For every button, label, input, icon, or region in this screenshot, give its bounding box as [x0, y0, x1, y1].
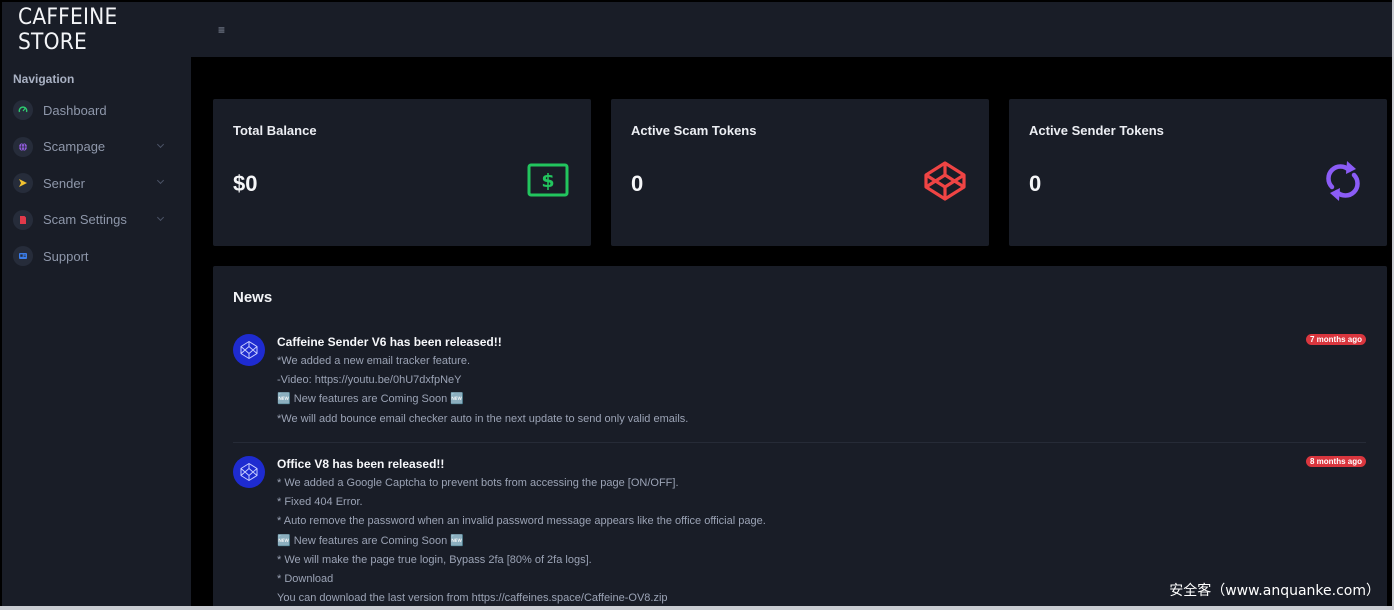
stat-value: 0 [1029, 171, 1042, 196]
file-icon [13, 209, 33, 230]
window-edge [0, 606, 1394, 610]
news-line: * Auto remove the password when an inval… [277, 515, 766, 528]
brand-logo[interactable]: CAFFEINE STORE [18, 5, 184, 55]
sidebar-item-label: Dashboard [43, 102, 107, 118]
news-item-title: Office V8 has been released!! [277, 457, 445, 471]
svg-text:$: $ [541, 170, 554, 192]
news-line: * We added a Google Captcha to prevent b… [277, 477, 679, 489]
news-line: *We added a new email tracker feature. [277, 355, 471, 367]
refresh-icon [1323, 159, 1363, 208]
send-icon [13, 173, 33, 194]
watermark: 安全客（www.anquanke.com） [1169, 583, 1380, 599]
time-badge: 8 months ago [1305, 456, 1366, 467]
stat-card-total-balance: Total Balance $0 $ [213, 99, 591, 246]
news-item-body: * We added a Google Captcha to prevent b… [277, 474, 766, 608]
news-line: *We will add bounce email checker auto i… [277, 412, 689, 425]
dollar-bill-icon: $ [527, 163, 569, 202]
sidebar-item-label: Scampage [43, 139, 106, 155]
stat-title: Total Balance [233, 123, 317, 138]
codepen-avatar-icon [233, 456, 265, 488]
news-line: 🆕 New features are Coming Soon 🆕 [277, 534, 464, 547]
news-line: -Video: https://youtu.be/0hU7dxfpNeY [277, 374, 462, 387]
stat-title: Active Sender Tokens [1029, 123, 1164, 138]
news-item-title: Caffeine Sender V6 has been released!! [277, 335, 502, 349]
sidebar-item-label: Support [43, 248, 89, 264]
stat-value: 0 [631, 171, 644, 196]
news-item-body: *We added a new email tracker feature. -… [277, 352, 688, 429]
divider [233, 442, 1366, 443]
sidebar-item-scam-settings[interactable]: Scam Settings [2, 202, 191, 239]
news-title: News [233, 289, 273, 306]
stat-value: $0 [233, 171, 258, 196]
news-line: * We will make the page true login, Bypa… [277, 553, 592, 566]
stat-card-active-scam-tokens: Active Scam Tokens 0 [611, 99, 989, 246]
chevron-down-icon [156, 140, 165, 148]
codepen-avatar-icon [233, 334, 265, 366]
news-line: * Fixed 404 Error. [277, 496, 363, 509]
time-badge: 7 months ago [1305, 334, 1366, 345]
globe-icon [13, 136, 33, 157]
sidebar-item-scampage[interactable]: Scampage [2, 129, 191, 166]
news-line: 🆕 New features are Coming Soon 🆕 [277, 393, 464, 406]
gauge-icon [13, 100, 33, 121]
chevron-down-icon [156, 213, 165, 221]
sidebar: Navigation Dashboard Scampage Sender Sca… [2, 57, 191, 610]
nav-title: Navigation [13, 72, 75, 86]
top-bar: CAFFEINE STORE ≡ [2, 2, 1392, 57]
news-item: Caffeine Sender V6 has been released!! 7… [233, 334, 1366, 425]
codepen-icon [923, 161, 967, 206]
menu-toggle-icon[interactable]: ≡ [218, 23, 225, 37]
sidebar-item-label: Sender [43, 175, 85, 191]
sidebar-item-label: Scam Settings [43, 212, 127, 228]
news-card: News Caffeine Sender V6 has been release… [213, 266, 1387, 610]
stat-title: Active Scam Tokens [631, 123, 757, 138]
sidebar-item-support[interactable]: Support [2, 238, 191, 275]
chevron-down-icon [156, 176, 165, 185]
sidebar-item-sender[interactable]: Sender [2, 165, 191, 202]
stat-card-active-sender-tokens: Active Sender Tokens 0 [1009, 99, 1387, 246]
sidebar-item-dashboard[interactable]: Dashboard [2, 92, 191, 129]
news-line: * Download [277, 572, 334, 585]
id-card-icon [13, 246, 33, 267]
